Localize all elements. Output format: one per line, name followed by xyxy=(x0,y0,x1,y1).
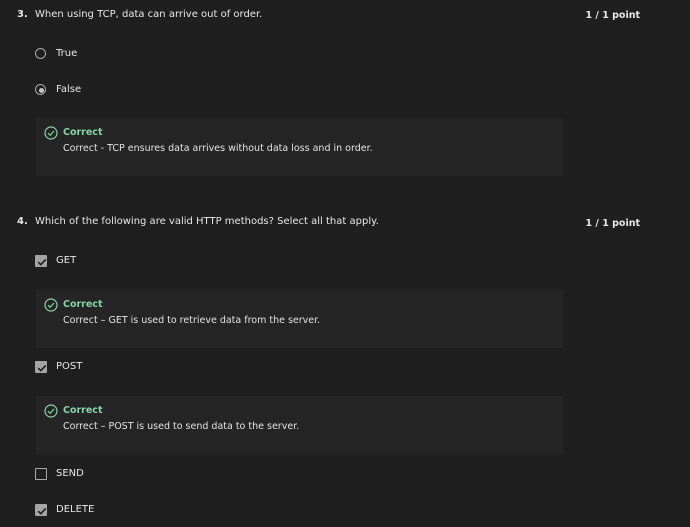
question-3-text: When using TCP, data can arrive out of o… xyxy=(35,9,263,20)
question-3-number: 3. xyxy=(17,9,28,20)
feedback-question-3: Correct Correct - TCP ensures data arriv… xyxy=(36,118,563,176)
option-send[interactable]: SEND xyxy=(35,467,155,483)
option-delete[interactable]: DELETE xyxy=(35,503,155,519)
checkmark-icon xyxy=(37,507,47,515)
checkbox-send[interactable] xyxy=(35,468,47,480)
feedback-title: Correct xyxy=(63,127,103,138)
option-get-label: GET xyxy=(56,255,77,266)
feedback-title: Correct xyxy=(63,405,103,416)
check-circle-icon xyxy=(44,298,58,312)
question-4-points: 1 / 1 point xyxy=(585,218,641,229)
feedback-title: Correct xyxy=(63,299,103,310)
option-true[interactable]: True xyxy=(35,47,155,63)
check-circle-icon xyxy=(44,404,58,418)
checkmark-icon xyxy=(37,258,47,266)
feedback-post: Correct Correct – POST is used to send d… xyxy=(36,396,563,454)
feedback-text: Correct – GET is used to retrieve data f… xyxy=(63,315,321,326)
question-4-text: Which of the following are valid HTTP me… xyxy=(35,216,379,227)
checkmark-icon xyxy=(37,364,47,372)
option-true-label: True xyxy=(56,48,78,59)
radio-true[interactable] xyxy=(35,48,46,59)
option-false-label: False xyxy=(56,84,82,95)
question-4-number: 4. xyxy=(17,216,28,227)
feedback-get: Correct Correct – GET is used to retriev… xyxy=(36,290,563,348)
checkbox-get[interactable] xyxy=(35,255,47,267)
radio-false[interactable] xyxy=(35,84,46,95)
option-send-label: SEND xyxy=(56,468,84,479)
option-get[interactable]: GET xyxy=(35,254,155,270)
question-3-points: 1 / 1 point xyxy=(585,10,641,21)
feedback-text: Correct - TCP ensures data arrives witho… xyxy=(63,143,373,154)
option-delete-label: DELETE xyxy=(56,504,95,515)
checkbox-post[interactable] xyxy=(35,361,47,373)
check-circle-icon xyxy=(44,126,58,140)
feedback-text: Correct – POST is used to send data to t… xyxy=(63,421,300,432)
option-post[interactable]: POST xyxy=(35,360,155,376)
option-false[interactable]: False xyxy=(35,83,155,99)
checkbox-delete[interactable] xyxy=(35,504,47,516)
option-post-label: POST xyxy=(56,361,83,372)
